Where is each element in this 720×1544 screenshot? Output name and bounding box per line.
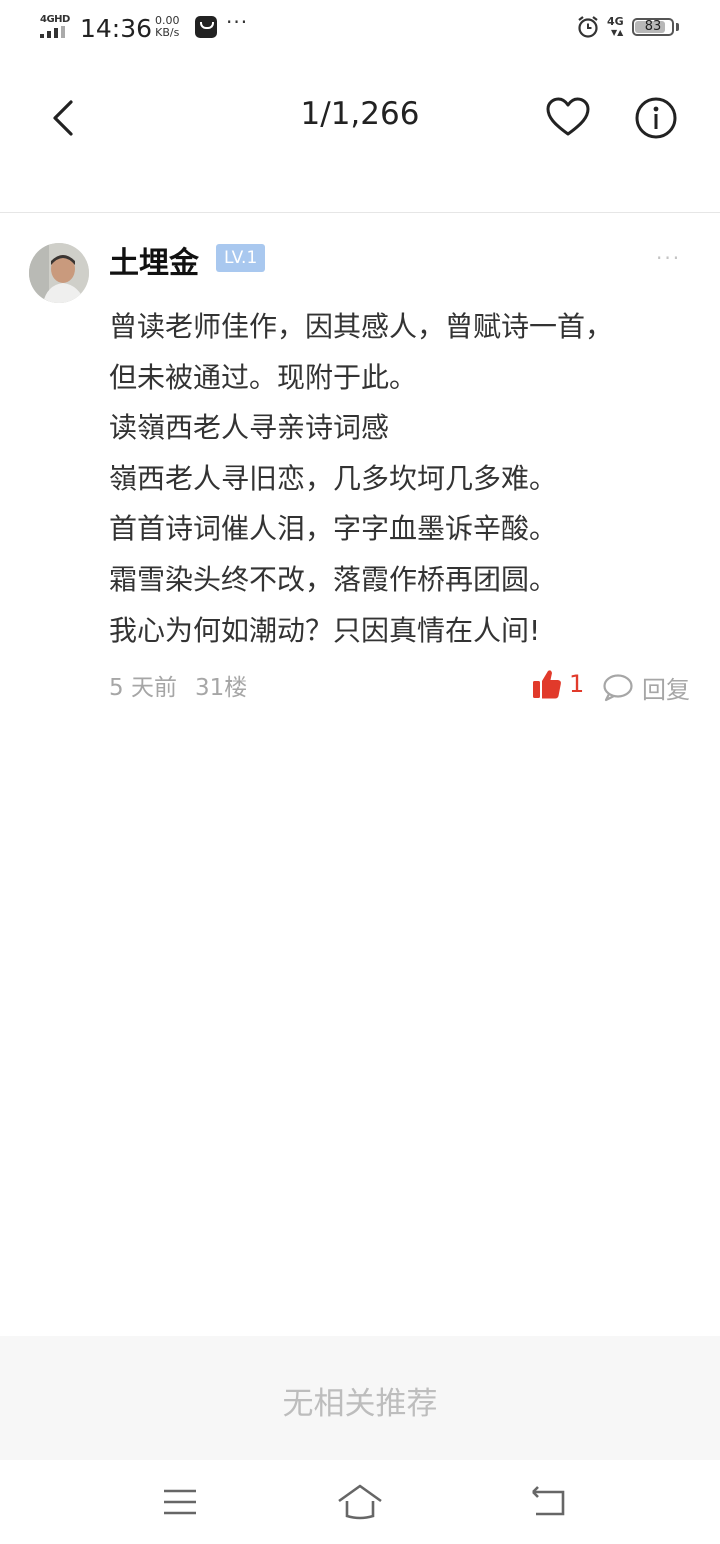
username[interactable]: 土埋金 — [109, 238, 199, 282]
content-line: 霜雪染头终不改，落霞作桥再团圆。 — [109, 562, 558, 596]
thumbs-up-icon[interactable] — [532, 668, 562, 700]
signal-icon — [40, 26, 70, 38]
recommendation-section: 无相关推荐 — [0, 1336, 720, 1460]
info-icon[interactable] — [632, 94, 680, 142]
content-line: 首首诗词催人泪，字字血墨诉辛酸。 — [109, 512, 558, 546]
content-line: 我心为何如潮动？只因真情在人间! — [109, 613, 541, 647]
network-type: 4GHD — [40, 14, 70, 25]
battery-icon: 83 — [632, 18, 674, 36]
level-badge: LV.1 — [216, 244, 266, 272]
network-speed: 0.00 KB/s — [155, 15, 180, 39]
more-options-icon[interactable]: ··· — [656, 246, 681, 270]
notification-bag-icon — [195, 16, 217, 38]
clock: 14:36 — [80, 14, 153, 43]
speed-unit: KB/s — [155, 26, 180, 39]
more-notifications-icon: ··· — [226, 10, 249, 34]
header-divider — [0, 212, 720, 213]
no-recommendation-text: 无相关推荐 — [282, 1386, 438, 1422]
status-bar: 4GHD 14:36 0.00 KB/s ··· 4G ▼▲ 83 — [0, 0, 720, 56]
avatar-image — [29, 243, 89, 303]
page-counter: 1/1,266 — [300, 96, 420, 132]
content-line: 曾读老师佳作，因其感人，曾赋诗一首， — [109, 310, 614, 343]
post-content: 曾读老师佳作，因其感人，曾赋诗一首， 但未被通过。现附于此。 读嶺西老人寻亲诗词… — [109, 302, 699, 656]
battery-tip — [676, 23, 679, 31]
floor-number: 31楼 — [195, 675, 248, 701]
menu-icon[interactable] — [162, 1484, 198, 1520]
system-nav-bar — [0, 1460, 720, 1544]
battery-level: 83 — [644, 19, 662, 34]
cell-network-label: 4G — [607, 15, 624, 28]
content-line: 嶺西老人寻旧恋，几多坎坷几多难。 — [109, 461, 558, 495]
content-line: 但未被通过。现附于此。 — [109, 360, 418, 394]
heart-icon[interactable] — [544, 94, 592, 142]
avatar[interactable] — [29, 243, 89, 303]
like-count: 1 — [569, 670, 585, 698]
comment-icon[interactable] — [602, 672, 634, 702]
post-time: 5 天前 — [109, 675, 177, 701]
reply-button[interactable]: 回复 — [642, 670, 690, 705]
home-icon[interactable] — [336, 1482, 384, 1522]
system-back-icon[interactable] — [530, 1484, 568, 1520]
data-arrows-icon: ▼▲ — [611, 28, 624, 37]
alarm-icon — [578, 16, 598, 38]
content-line: 读嶺西老人寻亲诗词感 — [109, 411, 390, 445]
top-nav: 1/1,266 — [0, 56, 720, 212]
